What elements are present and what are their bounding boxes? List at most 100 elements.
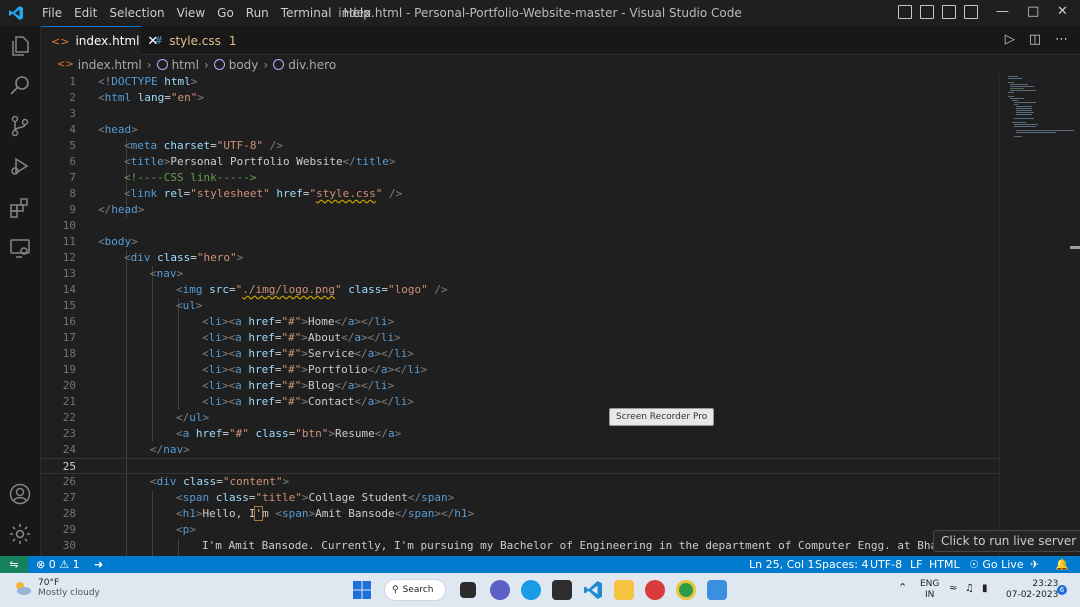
accounts-icon[interactable]	[8, 482, 32, 506]
img-src-warning: ./img/logo.png	[242, 283, 335, 296]
weather-condition: Mostly cloudy	[38, 588, 100, 598]
code-line: 12 <div class="hero">	[62, 251, 244, 264]
error-icon: ⊗	[36, 558, 46, 571]
run-icon[interactable]: ▷	[1005, 32, 1015, 47]
tab-index-html[interactable]: <> index.html ✕	[41, 26, 158, 55]
minimap-line	[1008, 96, 1014, 97]
breadcrumb-div-hero[interactable]: div.hero	[273, 58, 336, 72]
code-line: 14 <img src="./img/logo.png" class="logo"…	[62, 283, 448, 296]
chevron-right-icon: ›	[203, 57, 209, 72]
problem-count-badge: 1	[228, 33, 237, 48]
minimap-line	[1012, 122, 1026, 123]
edge-browser-icon[interactable]	[521, 580, 541, 600]
encoding-setting[interactable]: UTF-8	[870, 557, 902, 572]
indentation-setting[interactable]: Spaces: 4	[815, 557, 868, 572]
html-file-icon: <>	[51, 34, 70, 48]
menu-bar: File Edit Selection View Go Run Terminal…	[36, 6, 377, 20]
source-control-icon[interactable]	[8, 114, 32, 138]
problems-indicator[interactable]: ⊗ 0 ⚠ 1	[36, 557, 80, 572]
run-debug-icon[interactable]	[8, 154, 32, 178]
element-icon	[213, 59, 225, 70]
live-server-tooltip: Click to run live server	[933, 530, 1080, 552]
code-line: 21 <li><a href="#">Contact</a></li>	[62, 395, 414, 408]
warning-icon: ⚠	[59, 558, 70, 571]
eol-setting[interactable]: LF	[910, 557, 922, 572]
tab-style-css[interactable]: # style.css 1	[144, 26, 237, 55]
task-view-icon[interactable]	[460, 582, 476, 598]
explorer-icon[interactable]	[8, 34, 32, 58]
code-line: 5 <meta charset="UTF-8" />	[69, 139, 283, 152]
scrollbar-thumb[interactable]	[1070, 246, 1080, 249]
breadcrumb-file[interactable]: <> index.html	[57, 58, 142, 72]
extensions-icon[interactable]	[8, 196, 32, 220]
teams-chat-icon[interactable]	[490, 580, 510, 600]
start-menu-icon[interactable]	[352, 580, 372, 600]
split-editor-icon[interactable]: ◫	[1029, 32, 1041, 47]
toggle-secondary-sidebar-icon[interactable]	[942, 5, 956, 19]
minimap-line	[1014, 136, 1022, 137]
css-link-warning: style.css	[316, 187, 376, 200]
remote-explorer-icon[interactable]	[8, 236, 32, 260]
screen-recorder-badge: Screen Recorder Pro	[609, 408, 715, 426]
cursor-position[interactable]: Ln 25, Col 1	[749, 557, 815, 572]
feedback-icon[interactable]: ✈	[1030, 557, 1039, 572]
battery-icon[interactable]: ▮	[982, 583, 988, 594]
minimap-line	[1010, 98, 1024, 99]
screen-recorder-app-icon[interactable]	[645, 580, 665, 600]
code-line: 8 <link rel="stylesheet" href="style.css"…	[69, 187, 403, 200]
editor-actions: ▷ ◫ ⋯	[1005, 32, 1068, 47]
element-icon	[273, 59, 285, 70]
minimize-icon[interactable]: —	[996, 4, 1009, 19]
toggle-sidebar-icon[interactable]	[898, 5, 912, 19]
minimap-line	[1014, 126, 1036, 127]
maximize-icon[interactable]: □	[1027, 4, 1039, 19]
minimap-line	[1016, 130, 1074, 131]
html-file-icon: <>	[57, 59, 74, 70]
menu-selection[interactable]: Selection	[103, 6, 170, 20]
menu-file[interactable]: File	[36, 6, 68, 20]
clock[interactable]: 23:23 07-02-2023	[1006, 579, 1058, 601]
minimap-line	[1016, 112, 1034, 113]
more-actions-icon[interactable]: ⋯	[1055, 32, 1068, 47]
editor-tabs: <> index.html ✕ # style.css 1 ▷ ◫ ⋯	[41, 26, 1080, 55]
live-share-icon[interactable]: ➜	[94, 557, 103, 572]
element-icon	[156, 59, 168, 70]
volume-icon[interactable]: ♫	[965, 583, 974, 594]
breadcrumb-html[interactable]: html	[156, 58, 199, 72]
pinned-app-icon[interactable]	[707, 580, 727, 600]
language-mode[interactable]: HTML	[929, 557, 960, 572]
status-bar: ⇋ ⊗ 0 ⚠ 1 ➜ Ln 25, Col 1 Spaces: 4 UTF-8…	[0, 556, 1080, 573]
input-language[interactable]: ENG IN	[920, 579, 939, 601]
manage-gear-icon[interactable]	[8, 522, 32, 546]
close-window-icon[interactable]: ✕	[1057, 4, 1068, 19]
chrome-browser-icon[interactable]	[676, 580, 696, 600]
code-line: 10	[62, 219, 76, 232]
remote-indicator-icon[interactable]: ⇋	[0, 556, 28, 573]
menu-edit[interactable]: Edit	[68, 6, 103, 20]
vscode-logo-icon[interactable]	[8, 5, 24, 21]
code-line: 15 <ul>	[62, 299, 203, 312]
search-icon[interactable]	[8, 74, 32, 98]
css-file-icon: #	[154, 34, 164, 47]
show-hidden-icons-icon[interactable]: ⌃	[898, 582, 907, 593]
code-editor[interactable]: 1 <!DOCTYPE html> 2 <html lang="en"> 3 4 <h…	[41, 74, 999, 556]
weather-widget[interactable]: 70°F Mostly cloudy	[12, 578, 100, 598]
notification-count-badge[interactable]: 6	[1057, 585, 1067, 595]
menu-terminal[interactable]: Terminal	[275, 6, 338, 20]
minimap[interactable]	[999, 74, 1080, 556]
menu-go[interactable]: Go	[211, 6, 240, 20]
file-explorer-icon[interactable]	[614, 580, 634, 600]
menu-help[interactable]: Help	[338, 6, 377, 20]
go-live-button[interactable]: ☉ Go Live	[969, 557, 1024, 572]
menu-view[interactable]: View	[171, 6, 211, 20]
terminal-app-icon[interactable]	[552, 580, 572, 600]
toggle-panel-icon[interactable]	[920, 5, 934, 19]
notifications-bell-icon[interactable]: 🔔	[1055, 557, 1069, 572]
temperature: 70°F	[38, 578, 60, 588]
vscode-taskbar-icon[interactable]	[583, 580, 603, 600]
wifi-icon[interactable]: ≈	[949, 583, 957, 594]
breadcrumb-body[interactable]: body	[213, 58, 258, 72]
customize-layout-icon[interactable]	[964, 5, 978, 19]
taskbar-search[interactable]: ⚲ Search	[384, 579, 446, 601]
menu-run[interactable]: Run	[240, 6, 275, 20]
